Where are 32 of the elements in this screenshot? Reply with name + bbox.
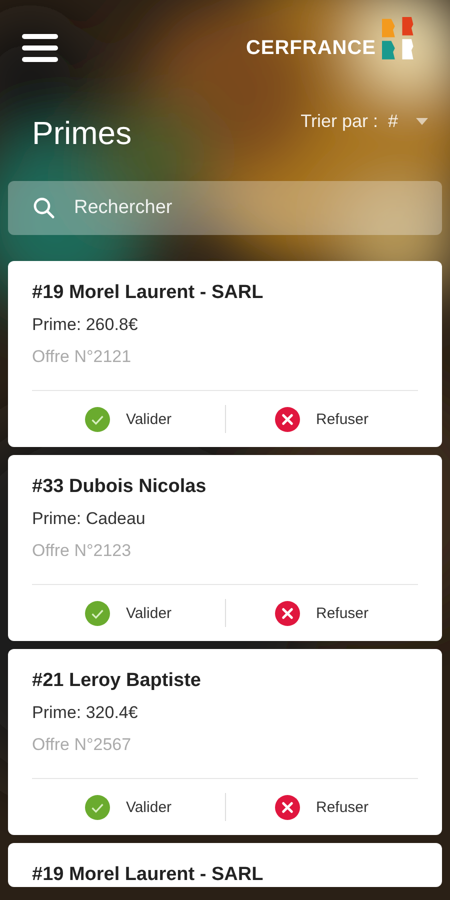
check-icon [84, 794, 110, 820]
offer-number: Offre N°2121 [32, 346, 132, 368]
validate-button[interactable]: Valider [32, 406, 224, 432]
prime-card[interactable]: #33 Dubois Nicolas Prime: Cadeau Offre N°2123 Valider Refuser [8, 455, 442, 641]
offer-number: Offre N°2567 [32, 734, 132, 756]
menu-icon[interactable] [22, 33, 58, 63]
prime-card[interactable]: #21 Leroy Baptiste Prime: 320.4€ Offre N°2567 Valider Refuser [8, 649, 442, 835]
sort-dropdown[interactable]: Trier par : # [300, 111, 428, 132]
validate-button[interactable]: Valider [32, 600, 224, 626]
prime-amount: Prime: 260.8€ [32, 314, 139, 336]
client-name: #19 Morel Laurent - SARL [32, 281, 264, 305]
caret-icon [416, 118, 428, 125]
search-icon [32, 196, 56, 220]
cross-icon [274, 600, 300, 626]
refuse-button[interactable]: Refuser [226, 600, 418, 626]
cross-icon [274, 794, 300, 820]
client-name: #33 Dubois Nicolas [32, 475, 208, 499]
prime-amount: Prime: 320.4€ [32, 702, 139, 724]
check-icon [84, 600, 110, 626]
prime-card[interactable]: #19 Morel Laurent - SARL Prime: 260.8€ Offre N°2121 Valider Refuser [8, 261, 442, 447]
check-icon [84, 406, 110, 432]
client-name: #21 Leroy Baptiste [32, 669, 202, 693]
prime-amount: Prime: Cadeau [32, 508, 146, 530]
validate-button[interactable]: Valider [32, 794, 224, 820]
cross-icon [274, 406, 300, 432]
offer-number: Offre N°2123 [32, 540, 132, 562]
refuse-button[interactable]: Refuser [226, 406, 418, 432]
refuse-button[interactable]: Refuser [226, 794, 418, 820]
prime-card[interactable]: #19 Morel Laurent - SARL [8, 843, 442, 887]
client-name: #19 Morel Laurent - SARL [32, 863, 264, 887]
logo-text: CERFRANCE [246, 37, 376, 60]
page-title: Primes [32, 115, 132, 152]
